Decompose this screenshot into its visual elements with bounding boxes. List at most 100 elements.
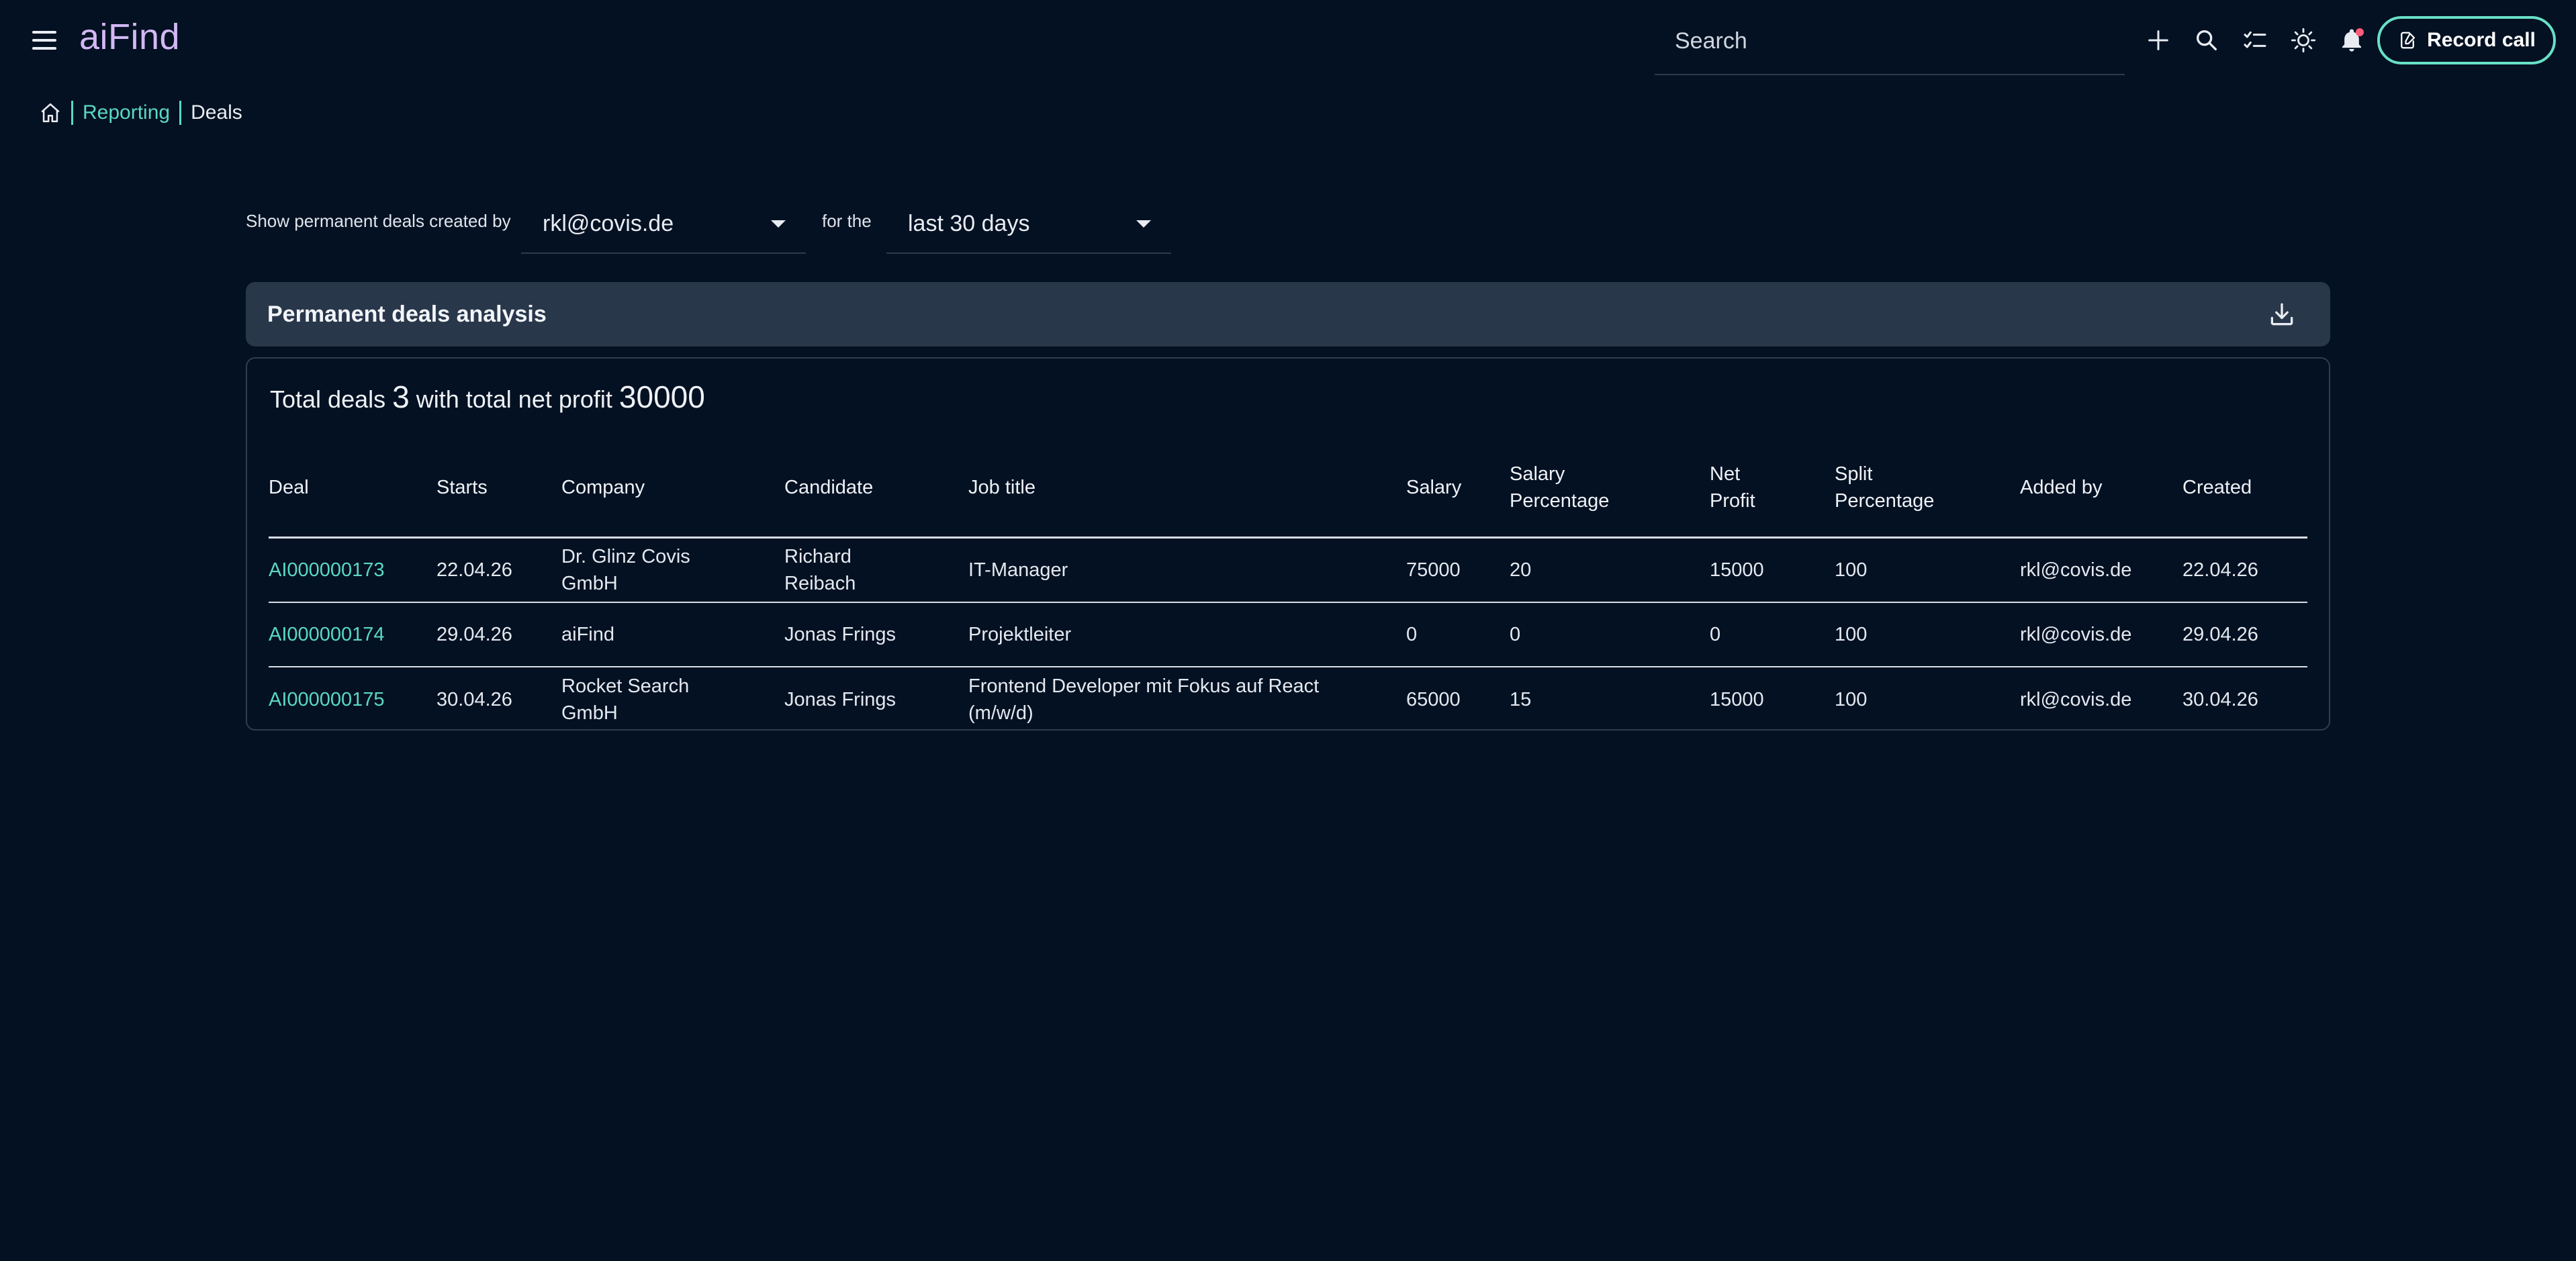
search-icon[interactable] (2187, 20, 2227, 60)
cell-job-title-text: Frontend Developer mit Fokus auf React (m… (968, 673, 1319, 727)
cell-company: Rocket Search GmbH (561, 667, 776, 732)
cell-job-title-text: Projektleiter (968, 621, 1071, 648)
deal-link[interactable]: AI000000175 (269, 686, 385, 713)
cell-starts: 30.04.26 (436, 689, 512, 710)
cell-line: Frontend Developer mit Fokus auf React (968, 675, 1320, 697)
cell-starts: 29.04.26 (436, 624, 512, 645)
summary-prefix: Total deals (270, 385, 386, 413)
table-body: AI000000173 22.04.26 Dr. Glinz Covis GmbH Ri… (269, 539, 2307, 732)
cell-line: Salary (1510, 463, 1565, 485)
deal-link[interactable]: AI000000173 (269, 557, 385, 583)
column-header-added-by[interactable]: Added by (2020, 438, 2178, 536)
column-header-split-percentage-text: Split Percentage (1835, 461, 1934, 514)
breadcrumb: Reporting Deals (39, 99, 242, 126)
search-input[interactable] (1655, 15, 2125, 67)
cell-line: Profit (1710, 489, 1755, 512)
cell-added-by: rkl@covis.de (2020, 689, 2132, 710)
column-header-job-title[interactable]: Job title (968, 438, 1398, 536)
breadcrumb-reporting-link[interactable]: Reporting (83, 101, 170, 124)
created-by-value: rkl@covis.de (543, 210, 674, 236)
theme-icon[interactable] (2283, 20, 2324, 60)
column-header-candidate[interactable]: Candidate (784, 438, 959, 536)
column-header-candidate-text: Candidate (784, 474, 873, 501)
cell-job-title: IT-Manager (968, 539, 1398, 602)
period-select[interactable]: last 30 days (886, 195, 1171, 254)
cell-line: Projektleiter (968, 624, 1072, 645)
cell-line: Candidate (784, 476, 874, 498)
cell-line: GmbH (561, 573, 618, 594)
cell-candidate: Jonas Frings (784, 603, 959, 666)
checklist-icon[interactable] (2235, 20, 2275, 60)
cell-company: Dr. Glinz Covis GmbH (561, 539, 776, 602)
table-row[interactable]: AI000000174 29.04.26 aiFind Jonas Frings Pro… (269, 603, 2307, 667)
record-call-label: Record call (2427, 29, 2536, 51)
search-field (1655, 15, 2125, 75)
download-icon[interactable] (2267, 299, 2297, 329)
column-header-starts-text: Starts (436, 474, 488, 501)
cell-candidate: Jonas Frings (784, 667, 959, 732)
column-header-created[interactable]: Created (2182, 438, 2290, 536)
cell-created: 22.04.26 (2182, 559, 2258, 581)
column-header-split-percentage[interactable]: Split Percentage (1835, 438, 2016, 536)
column-header-salary-percentage[interactable]: Salary Percentage (1510, 438, 1704, 536)
cell-line: Percentage (1835, 489, 1935, 512)
cell-line: Deal (269, 476, 309, 498)
cell-deal: AI000000174 (269, 603, 430, 666)
home-icon[interactable] (39, 101, 62, 124)
panel-header: Permanent deals analysis (246, 282, 2330, 346)
breadcrumb-separator (71, 101, 73, 125)
created-by-select[interactable]: rkl@covis.de (521, 195, 806, 254)
deal-link[interactable]: AI000000174 (269, 621, 385, 648)
cell-line: Added by (2020, 476, 2103, 498)
cell-job-title: Projektleiter (968, 603, 1398, 666)
cell-job-title-text: IT-Manager (968, 557, 1068, 583)
cell-deal: AI000000173 (269, 539, 430, 602)
summary-middle: with total net profit (416, 385, 612, 413)
cell-created: 30.04.26 (2182, 689, 2258, 710)
bell-icon[interactable] (2332, 20, 2372, 60)
cell-line: Company (561, 476, 645, 498)
cell-line: Percentage (1510, 489, 1610, 512)
deals-summary: Total deals 3 with total net profit 3000… (270, 379, 705, 415)
column-header-starts[interactable]: Starts (436, 438, 557, 536)
column-header-added-by-text: Added by (2020, 474, 2103, 501)
cell-line: Rocket Search (561, 675, 690, 697)
table-header: Deal Starts Company Candidate Job title Salar… (269, 438, 2307, 539)
cell-line: aiFind (561, 624, 614, 645)
chevron-down-icon (771, 220, 786, 228)
menu-icon[interactable] (30, 26, 59, 55)
record-call-icon (2401, 32, 2416, 49)
chevron-down-icon (1136, 220, 1151, 228)
cell-line: Created (2182, 476, 2252, 498)
cell-added-by: rkl@covis.de (2020, 624, 2132, 645)
app-logo[interactable]: aiFind (79, 16, 180, 58)
cell-starts: 22.04.26 (436, 559, 512, 581)
cell-company-text: Rocket Search GmbH (561, 673, 689, 727)
cell-candidate-text: Jonas Frings (784, 621, 896, 648)
table-row[interactable]: AI000000173 22.04.26 Dr. Glinz Covis GmbH Ri… (269, 539, 2307, 603)
column-header-net-profit[interactable]: Net Profit (1710, 438, 1831, 536)
breadcrumb-current: Deals (191, 101, 242, 124)
column-header-company[interactable]: Company (561, 438, 776, 536)
cell-salary-percentage: 15 (1510, 689, 1532, 710)
column-header-deal[interactable]: Deal (269, 438, 430, 536)
column-header-salary-text: Salary (1406, 474, 1461, 501)
column-header-salary[interactable]: Salary (1406, 438, 1507, 536)
cell-line: Jonas Frings (784, 624, 896, 645)
record-call-button[interactable]: Record call (2377, 16, 2556, 64)
cell-split-percentage: 100 (1835, 624, 1868, 645)
column-header-net-profit-text: Net Profit (1710, 461, 1755, 514)
for-the-label: for the (822, 211, 872, 231)
cell-line: Salary (1406, 476, 1462, 498)
cell-candidate: Richard Reibach (784, 539, 959, 602)
plus-icon[interactable] (2138, 20, 2178, 60)
cell-candidate-text: Jonas Frings (784, 686, 896, 713)
cell-net-profit: 0 (1710, 624, 1721, 645)
cell-split-percentage: 100 (1835, 559, 1868, 581)
table-row[interactable]: AI000000175 30.04.26 Rocket Search GmbH Jona… (269, 667, 2307, 732)
created-by-label: Show permanent deals created by (246, 211, 511, 231)
cell-created: 29.04.26 (2182, 624, 2258, 645)
cell-job-title: Frontend Developer mit Fokus auf React (m… (968, 667, 1398, 732)
cell-split-percentage: 100 (1835, 689, 1868, 710)
cell-line: (m/w/d) (968, 702, 1033, 724)
